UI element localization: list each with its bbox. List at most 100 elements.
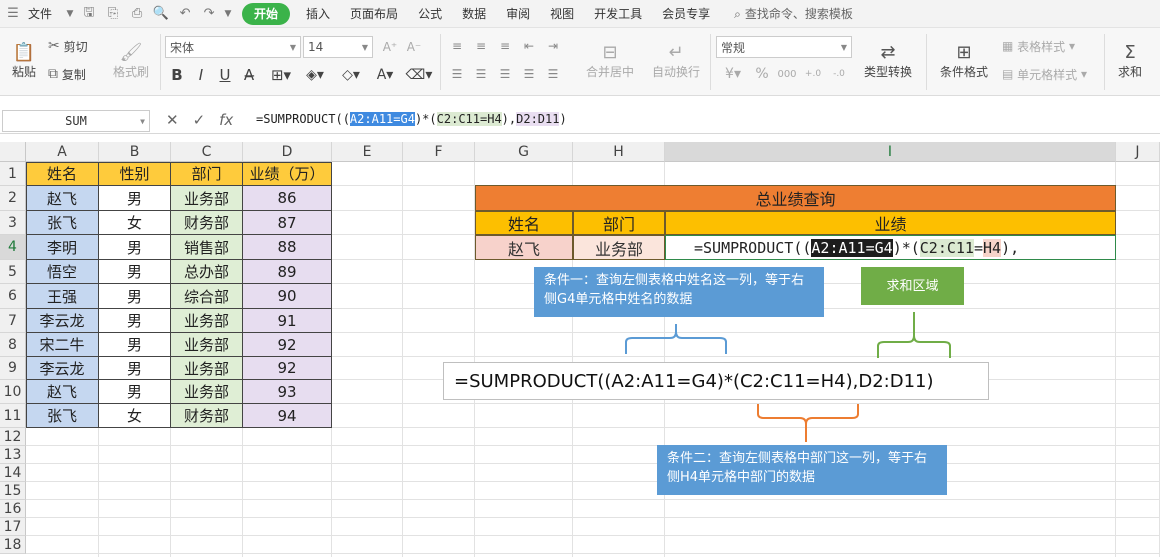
table-cell[interactable]: 李云龙 [26, 357, 99, 380]
name-box[interactable]: SUM ▼ [2, 110, 150, 132]
row-header-4[interactable]: 4 [0, 235, 26, 260]
font-shrink-icon[interactable]: A⁻ [404, 36, 424, 58]
table-cell[interactable]: 男 [99, 284, 171, 309]
conditional-format-button[interactable]: ⊞ 条件格式 [934, 34, 994, 88]
row-header-17[interactable]: 17 [0, 518, 26, 536]
row-header-8[interactable]: 8 [0, 333, 26, 357]
row-header-3[interactable]: 3 [0, 211, 26, 235]
table-header-cell[interactable]: 部门 [171, 162, 243, 186]
table-cell[interactable]: 女 [99, 404, 171, 428]
font-name-select[interactable]: 宋体 ▼ [165, 36, 301, 58]
table-cell[interactable]: 92 [243, 357, 332, 380]
justify-icon[interactable]: ☰ [520, 64, 538, 84]
save-icon[interactable]: 🖫 [78, 3, 100, 25]
row-header-10[interactable]: 10 [0, 380, 26, 404]
table-cell[interactable]: 赵飞 [26, 380, 99, 404]
table-cell[interactable]: 男 [99, 186, 171, 211]
column-header-g[interactable]: G [475, 142, 573, 162]
table-header-cell[interactable]: 姓名 [26, 162, 99, 186]
row-header-9[interactable]: 9 [0, 357, 26, 380]
indent-decrease-icon[interactable]: ⇤ [520, 36, 538, 56]
table-cell[interactable]: 94 [243, 404, 332, 428]
redo-icon[interactable]: ↷ [198, 3, 220, 25]
chevron-down-icon[interactable]: ▼ [64, 3, 76, 25]
row-header-16[interactable]: 16 [0, 500, 26, 518]
indent-increase-icon[interactable]: ⇥ [544, 36, 562, 56]
tab-home[interactable]: 开始 [242, 2, 291, 25]
fx-icon[interactable]: fx [219, 111, 233, 129]
query-name-cell[interactable]: 赵飞 [475, 235, 573, 260]
table-cell[interactable]: 销售部 [171, 235, 243, 260]
align-center-icon[interactable]: ☰ [472, 64, 490, 84]
command-search[interactable]: ⌕ 查找命令、搜索模板 [720, 0, 863, 28]
cancel-icon[interactable]: ✕ [166, 111, 179, 129]
row-header-5[interactable]: 5 [0, 260, 26, 284]
confirm-icon[interactable]: ✓ [193, 111, 206, 129]
distribute-icon[interactable]: ☰ [544, 64, 562, 84]
print-icon[interactable]: ⎙ [126, 3, 148, 25]
sum-button[interactable]: Σ 求和 [1110, 34, 1150, 88]
table-cell[interactable]: 90 [243, 284, 332, 309]
cut-button[interactable]: ✂ 剪切 [48, 36, 88, 56]
tab-formulas[interactable]: 公式 [408, 0, 452, 28]
italic-icon[interactable]: I [192, 64, 210, 86]
hamburger-icon[interactable]: ☰ [2, 3, 24, 25]
align-top-icon[interactable]: ≡ [448, 36, 466, 56]
table-cell[interactable]: 综合部 [171, 284, 243, 309]
tab-insert[interactable]: 插入 [296, 0, 340, 28]
table-cell[interactable]: 93 [243, 380, 332, 404]
table-cell[interactable]: 89 [243, 260, 332, 284]
underline-icon[interactable]: U [216, 64, 234, 86]
table-cell[interactable]: 男 [99, 380, 171, 404]
table-cell[interactable]: 业务部 [171, 186, 243, 211]
table-cell[interactable]: 张飞 [26, 211, 99, 235]
highlight-icon[interactable]: ◇▾ [336, 64, 366, 86]
preview-icon[interactable]: 🔍 [150, 3, 172, 25]
table-cell[interactable]: 业务部 [171, 357, 243, 380]
table-header-cell[interactable]: 性别 [99, 162, 171, 186]
font-grow-icon[interactable]: A⁺ [380, 36, 400, 58]
table-cell[interactable]: 女 [99, 211, 171, 235]
borders-icon[interactable]: ⊞▾ [266, 64, 296, 86]
table-cell[interactable]: 张飞 [26, 404, 99, 428]
table-cell[interactable]: 李明 [26, 235, 99, 260]
type-convert-button[interactable]: ⇄ 类型转换 [856, 34, 920, 88]
table-style-button[interactable]: ▦ 表格样式 ▾ [1002, 36, 1075, 56]
fill-color-icon[interactable]: ◈▾ [300, 64, 330, 86]
table-cell[interactable]: 业务部 [171, 333, 243, 357]
column-header-f[interactable]: F [403, 142, 475, 162]
table-cell[interactable]: 92 [243, 333, 332, 357]
row-header-12[interactable]: 12 [0, 428, 26, 446]
column-header-j[interactable]: J [1116, 142, 1160, 162]
table-cell[interactable]: 王强 [26, 284, 99, 309]
column-header-i[interactable]: I [665, 142, 1116, 162]
align-middle-icon[interactable]: ≡ [472, 36, 490, 56]
export-icon[interactable]: ⎘ [102, 3, 124, 25]
table-cell[interactable]: 男 [99, 235, 171, 260]
row-header-6[interactable]: 6 [0, 284, 26, 309]
copy-button[interactable]: ⧉ 复制 [48, 64, 86, 84]
decrease-decimal-icon[interactable]: -.0 [828, 64, 850, 84]
row-header-18[interactable]: 18 [0, 536, 26, 554]
table-cell[interactable]: 业务部 [171, 380, 243, 404]
tab-view[interactable]: 视图 [540, 0, 584, 28]
table-cell[interactable]: 赵飞 [26, 186, 99, 211]
query-dept-cell[interactable]: 业务部 [573, 235, 665, 260]
column-header-e[interactable]: E [332, 142, 403, 162]
column-header-a[interactable]: A [26, 142, 99, 162]
bold-icon[interactable]: B [168, 64, 186, 86]
query-header-perf[interactable]: 业绩 [665, 211, 1116, 235]
table-cell[interactable]: 男 [99, 357, 171, 380]
query-result-cell[interactable]: =SUMPRODUCT((A2:A11 = G4)*(C2:C11 = H4), [665, 235, 1116, 260]
query-header-name[interactable]: 姓名 [475, 211, 573, 235]
number-format-select[interactable]: 常规 ▼ [716, 36, 852, 58]
formula-input[interactable]: =SUMPRODUCT((A2:A11=G4)*(C2:C11=H4),D2:D… [256, 112, 567, 126]
table-cell[interactable]: 业务部 [171, 309, 243, 333]
strikethrough-icon[interactable]: A̶ [240, 64, 258, 86]
column-header-h[interactable]: H [573, 142, 665, 162]
table-cell[interactable]: 总办部 [171, 260, 243, 284]
row-header-2[interactable]: 2 [0, 186, 26, 211]
query-header-dept[interactable]: 部门 [573, 211, 665, 235]
table-cell[interactable]: 财务部 [171, 404, 243, 428]
table-cell[interactable]: 悟空 [26, 260, 99, 284]
